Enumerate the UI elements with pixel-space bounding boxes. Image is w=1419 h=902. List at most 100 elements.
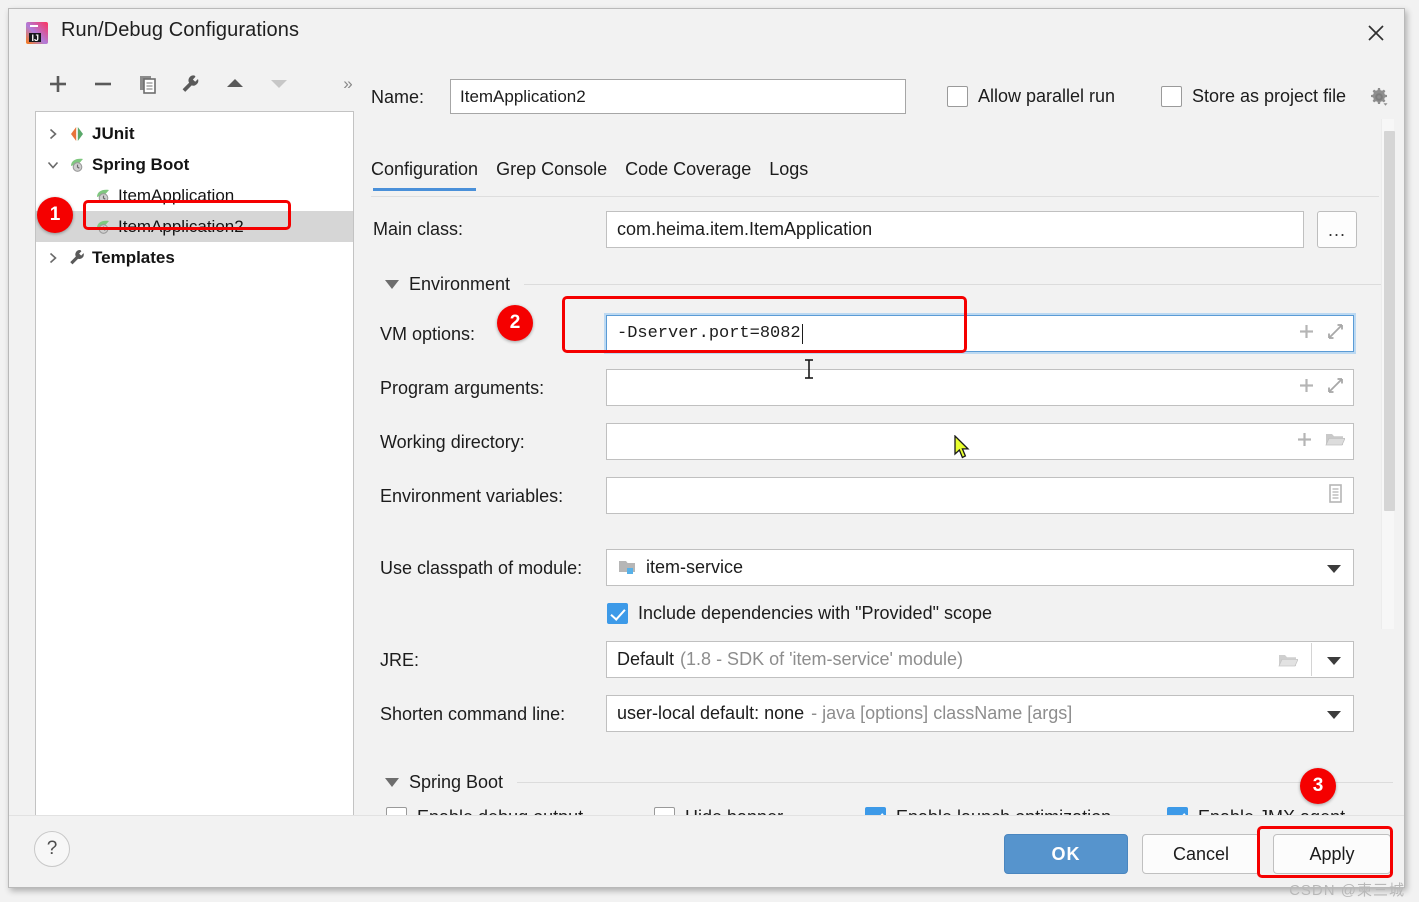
include-provided-scope-checkbox[interactable]: Include dependencies with "Provided" sco… [607, 603, 992, 624]
jre-hint: (1.8 - SDK of 'item-service' module) [680, 649, 963, 670]
expand-icon[interactable] [1326, 376, 1345, 400]
vm-options-value: -Dserver.port=8082 [617, 324, 801, 343]
gear-dropdown-icon[interactable] [1369, 87, 1389, 107]
annotation-badge-2: 2 [497, 305, 533, 341]
move-down-button[interactable] [262, 67, 296, 101]
name-input[interactable] [450, 79, 906, 114]
main-class-browse-button[interactable]: ... [1317, 211, 1357, 248]
allow-parallel-run-label: Allow parallel run [978, 86, 1115, 107]
environment-variables-field[interactable] [606, 477, 1354, 514]
environment-section-label: Environment [409, 274, 510, 295]
spring-boot-icon [92, 186, 114, 206]
tree-item-itemapplication[interactable]: ItemApplication [36, 180, 353, 211]
tree-item-spring-boot[interactable]: Spring Boot [36, 149, 353, 180]
shorten-command-line-dropdown[interactable]: user-local default: none - java [options… [606, 695, 1354, 732]
dialog-titlebar: IJ Run/Debug Configurations [9, 9, 1404, 55]
dialog-title: Run/Debug Configurations [61, 19, 299, 42]
shorten-command-line-hint: - java [options] className [args] [811, 703, 1072, 724]
checkbox-box[interactable] [1161, 86, 1182, 107]
shorten-command-line-value: user-local default: none [617, 703, 804, 724]
chevron-down-icon[interactable] [1327, 711, 1341, 719]
triangle-down-icon[interactable] [385, 778, 399, 787]
folder-icon[interactable] [1277, 651, 1298, 675]
close-icon[interactable] [1362, 19, 1390, 47]
csdn-watermark: CSDN @柬三城 [1289, 879, 1405, 900]
list-icon[interactable] [1326, 483, 1345, 509]
chevron-right-icon[interactable] [40, 118, 66, 149]
plus-icon[interactable] [1297, 322, 1316, 346]
configurations-toolbar: » [35, 67, 365, 111]
checkbox-box[interactable] [607, 603, 628, 624]
tree-item-label: Templates [92, 248, 175, 268]
jre-value: Default [617, 649, 674, 670]
configurations-tree: JUnit Spring Boot [35, 111, 354, 817]
more-button[interactable]: » [331, 67, 365, 101]
working-directory-field-icons [1295, 424, 1345, 459]
text-caret [802, 324, 803, 344]
move-up-button[interactable] [218, 67, 252, 101]
store-as-project-file-checkbox[interactable]: Store as project file [1161, 86, 1346, 107]
copy-button[interactable] [131, 67, 165, 101]
chevron-right-icon[interactable] [40, 242, 66, 273]
add-button[interactable] [41, 67, 75, 101]
spring-boot-icon [92, 217, 114, 237]
jre-dropdown[interactable]: Default (1.8 - SDK of 'item-service' mod… [606, 641, 1354, 678]
settings-vertical-scrollbar[interactable] [1381, 119, 1394, 629]
vm-options-field-icons [1297, 316, 1345, 351]
tabs-divider [371, 196, 1379, 197]
main-class-field[interactable]: com.heima.item.ItemApplication [606, 211, 1304, 248]
tree-item-label: JUnit [92, 124, 135, 144]
section-rule [524, 284, 1393, 285]
jre-label: JRE: [380, 650, 419, 671]
spring-boot-section-label: Spring Boot [409, 772, 503, 793]
triangle-down-icon[interactable] [385, 280, 399, 289]
vm-options-field[interactable]: -Dserver.port=8082 [606, 315, 1354, 352]
chevron-down-icon[interactable] [1327, 565, 1341, 573]
tree-item-label: ItemApplication [118, 186, 234, 206]
section-rule [517, 782, 1393, 783]
main-class-value: com.heima.item.ItemApplication [617, 219, 872, 240]
plus-icon[interactable] [1295, 430, 1314, 454]
screenshot-root: IJ Run/Debug Configurations [0, 0, 1419, 902]
chevron-down-icon[interactable] [1327, 657, 1341, 665]
allow-parallel-run-checkbox[interactable]: Allow parallel run [947, 86, 1115, 107]
tab-logs[interactable]: Logs [769, 159, 808, 191]
include-provided-scope-label: Include dependencies with "Provided" sco… [638, 603, 992, 624]
tree-item-itemapplication2[interactable]: ItemApplication2 [36, 211, 353, 242]
help-button[interactable]: ? [34, 831, 70, 867]
cancel-button[interactable]: Cancel [1142, 834, 1260, 874]
use-classpath-of-module-dropdown[interactable]: item-service [606, 549, 1354, 586]
module-icon [617, 558, 638, 577]
svg-text:IJ: IJ [32, 33, 40, 43]
expand-icon[interactable] [1326, 322, 1345, 346]
scrollbar-thumb[interactable] [1384, 131, 1395, 511]
chevron-down-icon[interactable] [40, 149, 66, 180]
use-classpath-of-module-value: item-service [646, 557, 743, 578]
store-as-project-file-label: Store as project file [1192, 86, 1346, 107]
remove-button[interactable] [86, 67, 120, 101]
name-label: Name: [371, 87, 424, 108]
shorten-command-line-label: Shorten command line: [380, 704, 565, 725]
mouse-pointer-cursor [953, 435, 971, 466]
apply-button[interactable]: Apply [1273, 834, 1391, 874]
program-arguments-field[interactable] [606, 369, 1354, 406]
use-classpath-of-module-label: Use classpath of module: [380, 558, 582, 579]
spring-boot-section-header[interactable]: Spring Boot [385, 772, 1393, 793]
tab-code-coverage[interactable]: Code Coverage [625, 159, 751, 191]
working-directory-field[interactable] [606, 423, 1354, 460]
plus-icon[interactable] [1297, 376, 1316, 400]
checkbox-box[interactable] [947, 86, 968, 107]
tree-item-templates[interactable]: Templates [36, 242, 353, 273]
environment-variables-label: Environment variables: [380, 486, 563, 507]
folder-icon[interactable] [1324, 430, 1345, 454]
settings-tabs: Configuration Grep Console Code Coverage… [371, 159, 808, 191]
tab-grep-console[interactable]: Grep Console [496, 159, 607, 191]
tree-item-junit[interactable]: JUnit [36, 118, 353, 149]
junit-icon [66, 124, 88, 144]
edit-templates-button[interactable] [174, 67, 208, 101]
ok-button[interactable]: OK [1004, 834, 1128, 874]
environment-section-header[interactable]: Environment [385, 274, 1393, 295]
spring-boot-icon [66, 155, 88, 175]
tab-configuration[interactable]: Configuration [371, 159, 478, 191]
environment-variables-field-icons [1326, 478, 1345, 513]
